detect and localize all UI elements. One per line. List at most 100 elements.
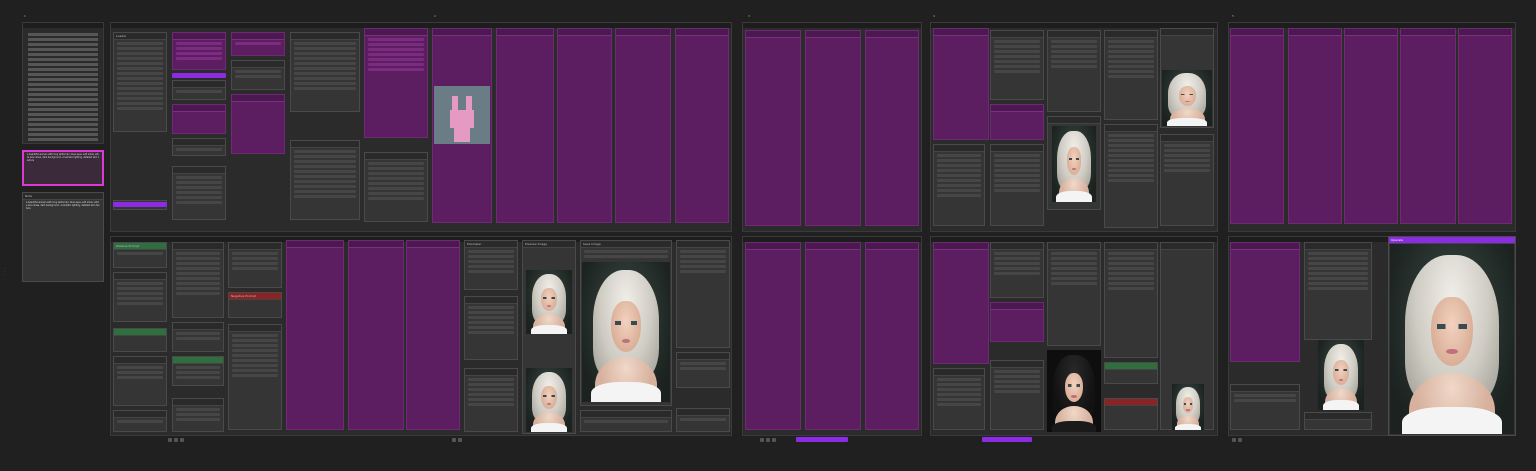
mag-node-5[interactable] <box>364 28 428 138</box>
node-b[interactable] <box>172 138 226 156</box>
node-s[interactable] <box>990 30 1044 100</box>
workspace-tab-1[interactable]: 1 <box>24 14 26 18</box>
node-ee[interactable] <box>1304 412 1372 430</box>
toolbar-4[interactable] <box>1232 437 1242 442</box>
node-y[interactable] <box>990 242 1044 298</box>
mag-node-29[interactable] <box>1230 242 1300 362</box>
mag-node-26[interactable] <box>1344 28 1398 224</box>
mag-node-23[interactable] <box>990 302 1044 342</box>
close-icon[interactable] <box>180 437 184 442</box>
node-q[interactable] <box>676 408 730 432</box>
purple-bar-1[interactable] <box>172 73 226 78</box>
node-u[interactable] <box>1047 30 1101 112</box>
node-j[interactable] <box>172 322 224 352</box>
mag-node-22[interactable] <box>933 242 989 364</box>
workspace-tab-5[interactable]: 5 <box>1232 14 1234 18</box>
purple-bar-3[interactable] <box>982 437 1032 442</box>
toolbar-2[interactable] <box>452 437 462 442</box>
node-e[interactable] <box>290 32 360 112</box>
node-t[interactable] <box>990 144 1044 226</box>
positive-prompt-node[interactable]: Positive Prompt <box>113 242 167 268</box>
close-icon[interactable] <box>772 437 776 442</box>
node-r[interactable] <box>933 144 985 226</box>
mag-node-4[interactable] <box>231 94 285 154</box>
red-node-g3[interactable] <box>1104 398 1158 430</box>
node-g[interactable] <box>364 152 428 222</box>
prompt-node[interactable]: Note a beautiful woman with long white h… <box>22 192 104 282</box>
mag-node-25[interactable] <box>1288 28 1342 224</box>
text-node-4[interactable] <box>228 324 282 430</box>
node-w[interactable] <box>1160 134 1214 226</box>
text-node-2[interactable] <box>113 356 167 406</box>
mag-node-16[interactable] <box>865 30 919 226</box>
purple-selector[interactable] <box>113 202 167 207</box>
node-k[interactable] <box>172 398 224 432</box>
loader-node[interactable]: Loader <box>113 32 167 132</box>
mag-node-19[interactable] <box>865 242 919 430</box>
negative-prompt-node[interactable]: Negative Prompt <box>228 292 282 318</box>
mag-node-10[interactable] <box>675 28 729 223</box>
note-node[interactable]: a beautiful woman with long white hair, … <box>22 150 104 186</box>
ksampler-node[interactable]: KSampler <box>464 240 518 290</box>
node-p[interactable] <box>676 352 730 388</box>
mag-node-1[interactable] <box>172 32 226 70</box>
workspace-tab-4[interactable]: 4 <box>933 14 935 18</box>
mag-node-27[interactable] <box>1400 28 1456 224</box>
play-icon[interactable] <box>168 437 172 442</box>
green-node-3[interactable] <box>172 356 224 386</box>
purple-bar-2[interactable] <box>796 437 848 442</box>
gear-icon[interactable] <box>458 437 462 442</box>
node-h[interactable] <box>113 410 167 432</box>
mag-node-14[interactable] <box>745 30 801 226</box>
node-d[interactable] <box>231 60 285 90</box>
workspace-tab-2[interactable]: 2 <box>434 14 436 18</box>
mag-node-12[interactable] <box>348 240 404 430</box>
node-cc[interactable] <box>1230 384 1300 430</box>
node-dd[interactable] <box>1304 242 1372 340</box>
green-node-2[interactable] <box>113 328 167 352</box>
mag-node-8[interactable] <box>557 28 612 223</box>
node-m[interactable] <box>464 368 518 432</box>
node-f[interactable] <box>290 140 360 220</box>
toolbar-1[interactable] <box>168 437 184 442</box>
mag-node-13[interactable] <box>406 240 460 430</box>
node-x[interactable] <box>933 368 985 430</box>
mag-node-20[interactable] <box>933 28 989 140</box>
mag-node-9[interactable] <box>615 28 671 223</box>
play-icon[interactable] <box>1232 437 1236 442</box>
pixel-art-preview <box>434 86 490 144</box>
mag-node-7[interactable] <box>496 28 554 223</box>
node-aa[interactable] <box>1047 242 1101 346</box>
mag-node-15[interactable] <box>805 30 861 226</box>
text-node-3[interactable] <box>228 242 282 288</box>
mag-node-17[interactable] <box>745 242 801 430</box>
node-n[interactable] <box>580 410 672 432</box>
gear-icon[interactable] <box>766 437 770 442</box>
green-node-g3[interactable] <box>1104 362 1158 384</box>
mag-node-3[interactable] <box>231 32 285 56</box>
text-node-1[interactable] <box>113 272 167 322</box>
mag-node-21[interactable] <box>990 104 1044 140</box>
node-a[interactable] <box>172 80 226 100</box>
gear-icon[interactable] <box>174 437 178 442</box>
prompt-node-title: Note <box>23 193 103 200</box>
text-node-g3[interactable] <box>1104 124 1158 228</box>
node-l[interactable] <box>464 296 518 360</box>
node-i[interactable] <box>172 242 224 318</box>
mag-node-18[interactable] <box>805 242 861 430</box>
node-z[interactable] <box>990 360 1044 430</box>
play-icon[interactable] <box>760 437 764 442</box>
node-o[interactable] <box>676 240 730 348</box>
mag-node-24[interactable] <box>1230 28 1284 224</box>
node-c[interactable] <box>172 166 226 220</box>
workspace-tab-3[interactable]: 3 <box>748 14 750 18</box>
node-bb[interactable] <box>1104 242 1158 358</box>
gear-icon[interactable] <box>1238 437 1242 442</box>
toolbar-3[interactable] <box>760 437 776 442</box>
save-image-title: Save Image <box>581 241 671 248</box>
mag-node-2[interactable] <box>172 104 226 134</box>
mag-node-28[interactable] <box>1458 28 1512 224</box>
node-v[interactable] <box>1104 30 1158 120</box>
mag-node-11[interactable] <box>286 240 344 430</box>
play-icon[interactable] <box>452 437 456 442</box>
